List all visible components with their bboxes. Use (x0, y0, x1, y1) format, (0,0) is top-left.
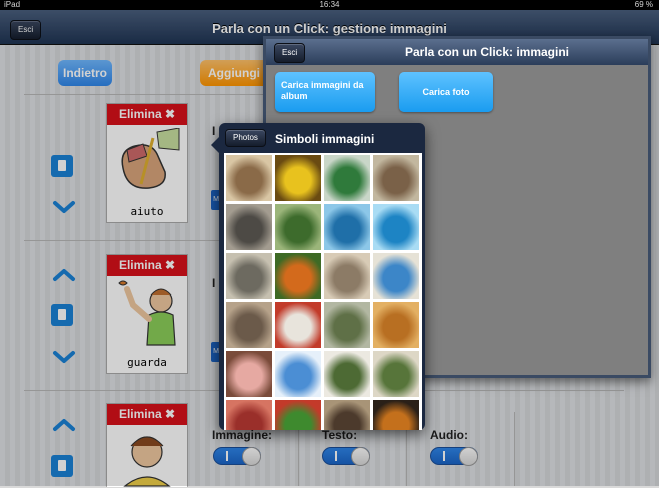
popover-title: Simboli immagini (275, 132, 375, 146)
popover-arrow (211, 137, 219, 153)
thumbnail-goose[interactable] (324, 351, 370, 397)
thumbnail-lion[interactable] (373, 302, 419, 348)
thumbnail-sheep[interactable] (373, 351, 419, 397)
image-picker-popover: Photos Simboli immagini (211, 123, 425, 430)
thumbnail-tiger[interactable] (373, 400, 419, 430)
thumbnail-grid (224, 153, 422, 430)
thumbnail-rug[interactable] (226, 400, 272, 430)
load-photo-button[interactable]: Carica foto (399, 72, 493, 112)
modal-title: Parla con un Click: immagini (404, 45, 570, 59)
thumbnail-butterfly[interactable] (275, 253, 321, 299)
thumbnail-kitchen[interactable] (226, 155, 272, 201)
thumbnail-monkey[interactable] (324, 400, 370, 430)
thumbnail-ducks[interactable] (275, 204, 321, 250)
thumbnail-clouds[interactable] (275, 351, 321, 397)
thumbnail-office[interactable] (373, 155, 419, 201)
thumbnail-clown[interactable] (275, 302, 321, 348)
thumbnail-frog[interactable] (275, 400, 321, 430)
thumbnail-elephant[interactable] (226, 253, 272, 299)
thumbnail-desk[interactable] (226, 204, 272, 250)
thumbnail-hotel[interactable] (373, 253, 419, 299)
load-album-button[interactable]: Carica immagini da album (275, 72, 375, 112)
thumbnail-bottle[interactable] (324, 155, 370, 201)
thumbnail-cat[interactable] (324, 253, 370, 299)
thumbnail-pig[interactable] (226, 351, 272, 397)
modal-exit-button[interactable]: Esci (274, 43, 306, 63)
thumbnail-hippo[interactable] (226, 302, 272, 348)
thumbnail-dolphin[interactable] (324, 204, 370, 250)
thumbnail-dolphins[interactable] (373, 204, 419, 250)
thumbnail-koala[interactable] (324, 302, 370, 348)
modal-title-bar: Esci Parla con un Click: immagini (266, 39, 648, 65)
thumbnail-bananas[interactable] (275, 155, 321, 201)
photos-back-button[interactable]: Photos (225, 129, 266, 147)
